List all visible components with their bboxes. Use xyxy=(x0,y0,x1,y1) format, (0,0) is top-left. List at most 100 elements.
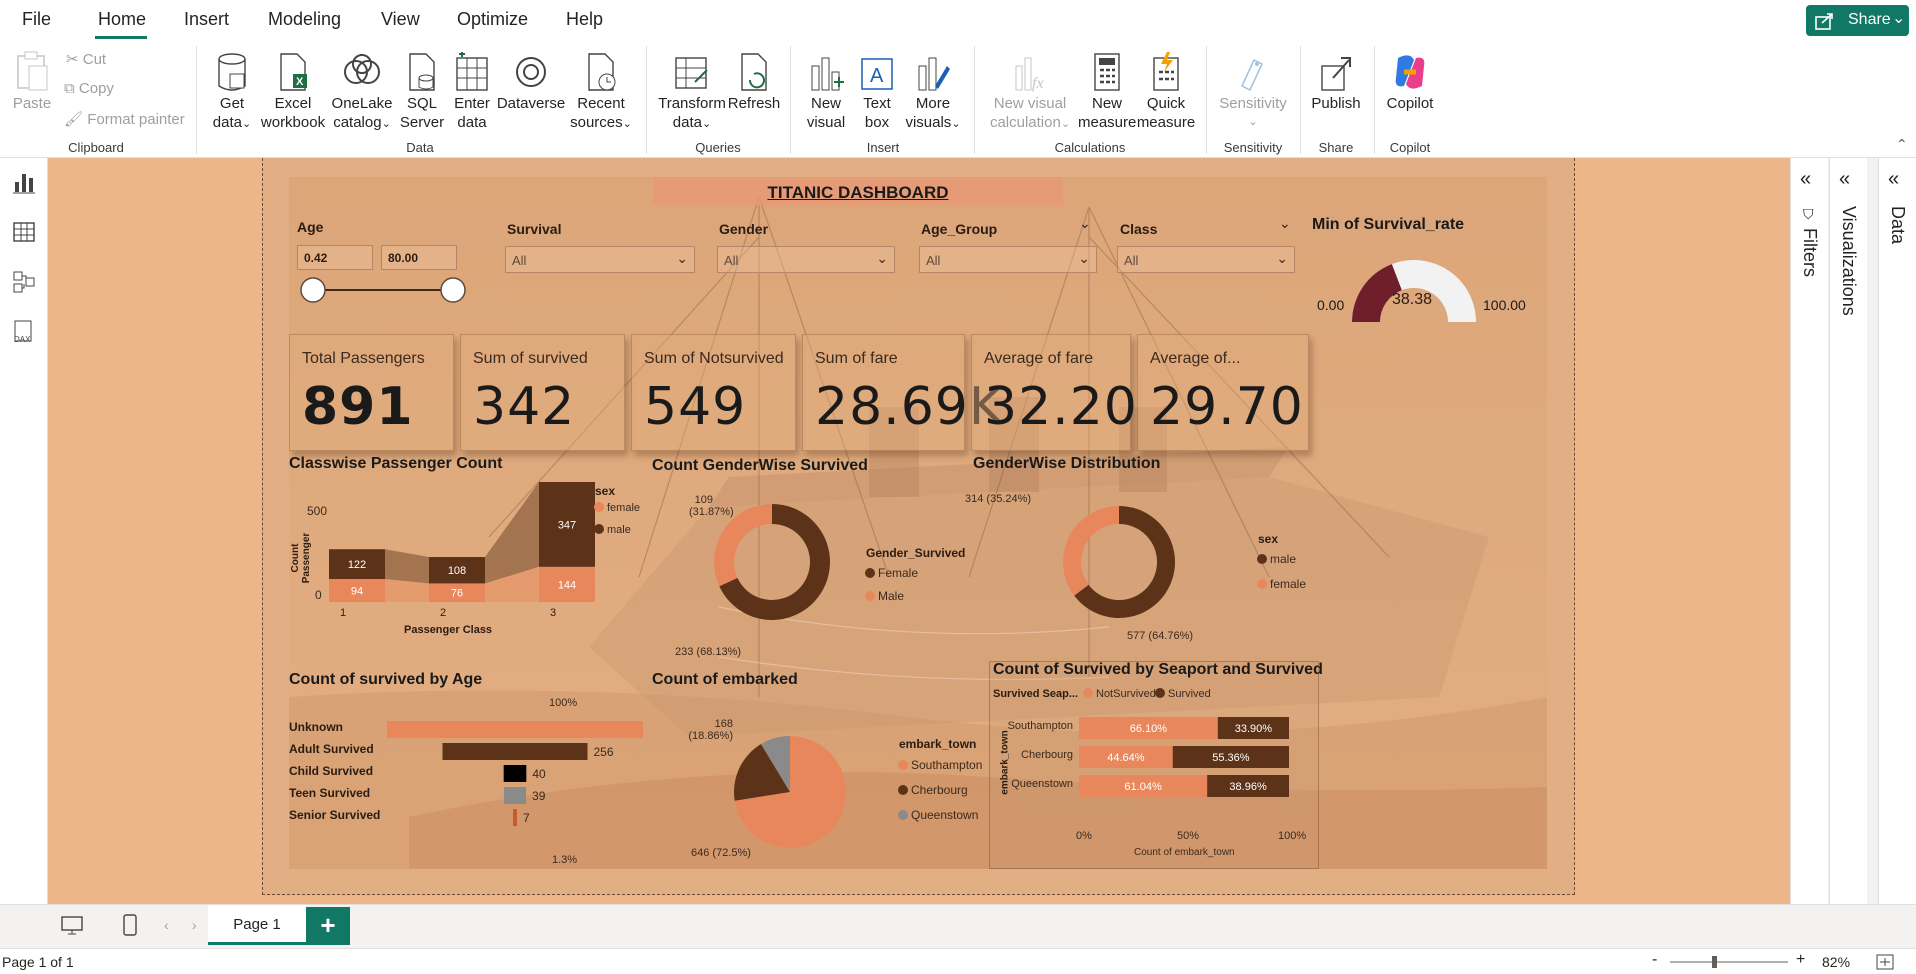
page-tab-1[interactable]: Page 1 xyxy=(208,905,306,945)
embarked-pie-chart[interactable] xyxy=(715,712,865,862)
embarked-legend-queenstown[interactable]: Queenstown xyxy=(898,808,978,822)
kpi-card-total-passengers[interactable]: Total Passengers 891 xyxy=(289,334,454,451)
chart-title-survived-by-age: Count of survived by Age xyxy=(289,671,483,688)
cut-button[interactable]: ✂ Cut xyxy=(66,50,106,68)
age-max-input[interactable]: 80.00 xyxy=(381,245,457,270)
get-data-button[interactable]: Get data⌄ xyxy=(208,48,256,134)
view-switcher: DAX xyxy=(0,158,48,904)
kpi-card-average-fare[interactable]: Average of fare 32.20 xyxy=(971,334,1137,451)
enter-data-button[interactable]: Enter data xyxy=(448,48,496,132)
age-bar-1[interactable] xyxy=(442,743,588,760)
next-page-icon[interactable]: › xyxy=(192,917,197,933)
sql-server-button[interactable]: SQL Server xyxy=(398,48,446,132)
expand-visualizations-icon[interactable]: « xyxy=(1839,168,1850,191)
embarked-legend-southampton[interactable]: Southampton xyxy=(898,758,982,772)
fit-to-page-icon[interactable] xyxy=(1876,954,1894,970)
visualizations-pane-collapsed[interactable]: « Visualizations xyxy=(1829,158,1867,904)
classwise-bar-chart[interactable]: 94 122 1 76 108 2 144 347 3 xyxy=(289,477,599,617)
recent-sources-button[interactable]: Recent sources⌄ xyxy=(566,48,636,134)
tab-optimize[interactable]: Optimize xyxy=(457,9,528,30)
classwise-ribbon-male-1[interactable] xyxy=(385,549,429,584)
expand-data-icon[interactable]: « xyxy=(1888,168,1899,191)
classwise-legend-male[interactable]: male xyxy=(594,524,631,536)
add-page-button[interactable]: + xyxy=(306,907,350,945)
tab-help[interactable]: Help xyxy=(566,9,603,30)
onelake-catalog-button[interactable]: OneLake catalog⌄ xyxy=(328,48,396,134)
age-slider-max-handle[interactable] xyxy=(440,277,466,303)
seaport-stacked-bar-chart[interactable]: 66.10% 33.90% 44.64% 55.36% 61.04% 38.96% xyxy=(1079,715,1295,811)
tab-file[interactable]: File xyxy=(22,9,51,30)
age-min-input[interactable]: 0.42 xyxy=(297,245,373,270)
genderwise-distribution-donut[interactable] xyxy=(1051,494,1191,634)
copilot-button[interactable]: Copilot xyxy=(1380,48,1440,113)
mobile-layout-icon[interactable] xyxy=(122,913,138,937)
more-visuals-button[interactable]: More visuals⌄ xyxy=(900,48,966,134)
zoom-in-icon[interactable]: + xyxy=(1796,951,1805,969)
filters-pane-collapsed[interactable]: « ⛉ Filters xyxy=(1790,158,1828,904)
data-pane-collapsed[interactable]: « Data xyxy=(1878,158,1916,904)
age-slicer-label: Age xyxy=(297,219,324,235)
age-bar-4[interactable] xyxy=(513,809,517,826)
new-measure-button[interactable]: New measure xyxy=(1078,48,1136,132)
seaport-legend-survived[interactable]: Survived xyxy=(1155,688,1211,700)
chevron-down-icon[interactable]: ⌄ xyxy=(1279,215,1291,232)
text-box-button[interactable]: A Text box xyxy=(852,48,902,132)
kpi-card-average-age[interactable]: Average of... 29.70 xyxy=(1137,334,1309,451)
excel-workbook-button[interactable]: X Excel workbook xyxy=(258,48,328,132)
copy-button[interactable]: ⧉ Copy xyxy=(64,80,114,97)
age-bar-2[interactable] xyxy=(503,765,527,782)
chevron-down-icon[interactable]: ⌄ xyxy=(1079,215,1091,232)
new-visual-calculation-button[interactable]: fx New visual calculation⌄ xyxy=(984,48,1076,134)
new-visual-button[interactable]: New visual xyxy=(800,48,852,132)
dataverse-button[interactable]: Dataverse xyxy=(496,48,566,113)
desktop-layout-icon[interactable] xyxy=(60,915,84,937)
gs-legend-male[interactable]: Male xyxy=(865,589,904,603)
survival-dropdown[interactable]: All ⌄ xyxy=(505,246,695,273)
publish-button[interactable]: Publish xyxy=(1306,48,1366,113)
age-bar-0[interactable] xyxy=(387,721,643,738)
gd-legend-female[interactable]: female xyxy=(1257,577,1306,591)
previous-page-icon[interactable]: ‹ xyxy=(164,917,169,933)
embarked-legend-cherbourg[interactable]: Cherbourg xyxy=(898,783,968,797)
tab-view[interactable]: View xyxy=(381,9,420,30)
table-view-icon[interactable] xyxy=(10,218,38,246)
classwise-legend-female[interactable]: female xyxy=(594,502,640,514)
quick-measure-button[interactable]: Quick measure xyxy=(1136,48,1196,132)
format-painter-button[interactable]: 🖌 Format painter xyxy=(64,110,185,128)
gd-slice-female[interactable] xyxy=(1063,506,1119,596)
report-view-icon[interactable] xyxy=(10,168,38,196)
kpi-card-sum-notsurvived[interactable]: Sum of Notsurvived 549 xyxy=(631,334,796,451)
class-dropdown[interactable]: All ⌄ xyxy=(1117,246,1295,273)
gs-legend-female[interactable]: Female xyxy=(865,566,918,580)
age-slider-min-handle[interactable] xyxy=(300,277,326,303)
kpi-card-sum-fare[interactable]: Sum of fare 28.69K xyxy=(802,334,1003,451)
expand-filters-icon[interactable]: « xyxy=(1800,168,1811,191)
group-label-data: Data xyxy=(406,140,434,155)
collapse-ribbon-icon[interactable]: ⌃ xyxy=(1896,136,1908,153)
zoom-slider[interactable] xyxy=(1668,955,1790,969)
dax-query-view-icon[interactable]: DAX xyxy=(10,318,38,346)
model-view-icon[interactable] xyxy=(10,268,38,296)
classwise-ribbon-male-2[interactable] xyxy=(485,482,539,584)
paste-button[interactable]: Paste xyxy=(12,48,52,113)
sensitivity-button[interactable]: Sensitivity ⌄ xyxy=(1214,48,1292,132)
seaport-xtick-0: 0% xyxy=(1076,830,1092,842)
seaport-legend-notsurvived[interactable]: NotSurvived xyxy=(1083,688,1156,700)
survival-rate-gauge[interactable] xyxy=(1349,247,1479,327)
age-group-dropdown[interactable]: All ⌄ xyxy=(919,246,1097,273)
refresh-button[interactable]: Refresh xyxy=(726,48,782,113)
share-button[interactable]: Share ⌄ xyxy=(1806,5,1909,36)
gd-legend-male[interactable]: male xyxy=(1257,552,1296,566)
tab-home[interactable]: Home xyxy=(98,9,146,30)
kpi-card-sum-survived[interactable]: Sum of survived 342 xyxy=(460,334,625,451)
zoom-out-icon[interactable]: - xyxy=(1652,951,1657,969)
transform-data-button[interactable]: Transform data⌄ xyxy=(654,48,730,134)
gender-dropdown[interactable]: All ⌄ xyxy=(717,246,895,273)
tab-modeling[interactable]: Modeling xyxy=(268,9,341,30)
gd-legend-title: sex xyxy=(1258,532,1279,546)
tab-insert[interactable]: Insert xyxy=(184,9,229,30)
age-bar-3[interactable] xyxy=(503,787,527,804)
age-range-slider[interactable] xyxy=(297,275,469,305)
zoom-slider-handle[interactable] xyxy=(1712,956,1717,968)
survived-by-age-funnel-chart[interactable]: 256 40 397 xyxy=(383,717,653,847)
